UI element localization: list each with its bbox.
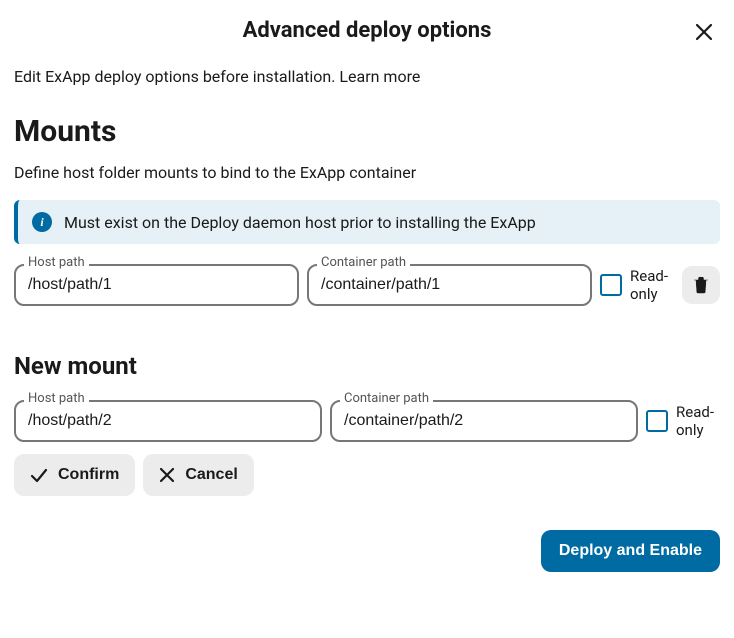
modal-footer: Deploy and Enable bbox=[14, 530, 720, 572]
container-path-input[interactable] bbox=[307, 264, 592, 306]
check-icon bbox=[30, 466, 48, 484]
close-icon bbox=[695, 23, 713, 41]
new-readonly-checkbox[interactable] bbox=[646, 410, 668, 432]
host-path-input[interactable] bbox=[14, 264, 299, 306]
new-mount-buttons: Confirm Cancel bbox=[14, 454, 720, 496]
mounts-note-text: Must exist on the Deploy daemon host pri… bbox=[64, 213, 536, 232]
new-mount-heading: New mount bbox=[14, 352, 720, 380]
readonly-checkbox-wrap: Read-only bbox=[600, 267, 674, 303]
trash-icon bbox=[693, 276, 709, 294]
modal-header: Advanced deploy options bbox=[14, 14, 720, 53]
new-host-path-label: Host path bbox=[24, 391, 89, 406]
modal-title: Advanced deploy options bbox=[243, 18, 492, 43]
close-button[interactable] bbox=[688, 16, 720, 48]
mounts-heading: Mounts bbox=[14, 114, 720, 149]
container-path-field: Container path bbox=[307, 264, 592, 306]
host-path-label: Host path bbox=[24, 255, 89, 270]
advanced-deploy-modal: Advanced deploy options Edit ExApp deplo… bbox=[0, 0, 734, 586]
intro-text: Edit ExApp deploy options before install… bbox=[14, 67, 720, 86]
new-container-path-label: Container path bbox=[340, 391, 433, 406]
learn-more-link[interactable]: Learn more bbox=[339, 67, 420, 86]
existing-mount-row: Host path Container path Read-only bbox=[14, 264, 720, 306]
host-path-field: Host path bbox=[14, 264, 299, 306]
mounts-description: Define host folder mounts to bind to the… bbox=[14, 163, 720, 182]
new-host-path-field: Host path bbox=[14, 400, 322, 442]
container-path-label: Container path bbox=[317, 255, 410, 270]
cancel-button[interactable]: Cancel bbox=[143, 454, 253, 496]
x-icon bbox=[159, 467, 175, 483]
new-readonly-label: Read-only bbox=[676, 403, 720, 439]
new-container-path-field: Container path bbox=[330, 400, 638, 442]
confirm-button[interactable]: Confirm bbox=[14, 454, 135, 496]
new-readonly-checkbox-wrap: Read-only bbox=[646, 403, 720, 439]
new-mount-row: Host path Container path Read-only bbox=[14, 400, 720, 442]
new-container-path-input[interactable] bbox=[330, 400, 638, 442]
new-host-path-input[interactable] bbox=[14, 400, 322, 442]
readonly-checkbox[interactable] bbox=[600, 274, 622, 296]
delete-mount-button[interactable] bbox=[682, 266, 720, 304]
info-icon: i bbox=[32, 212, 52, 232]
readonly-label: Read-only bbox=[630, 267, 674, 303]
deploy-and-enable-button[interactable]: Deploy and Enable bbox=[541, 530, 720, 572]
mounts-note: i Must exist on the Deploy daemon host p… bbox=[14, 200, 720, 244]
